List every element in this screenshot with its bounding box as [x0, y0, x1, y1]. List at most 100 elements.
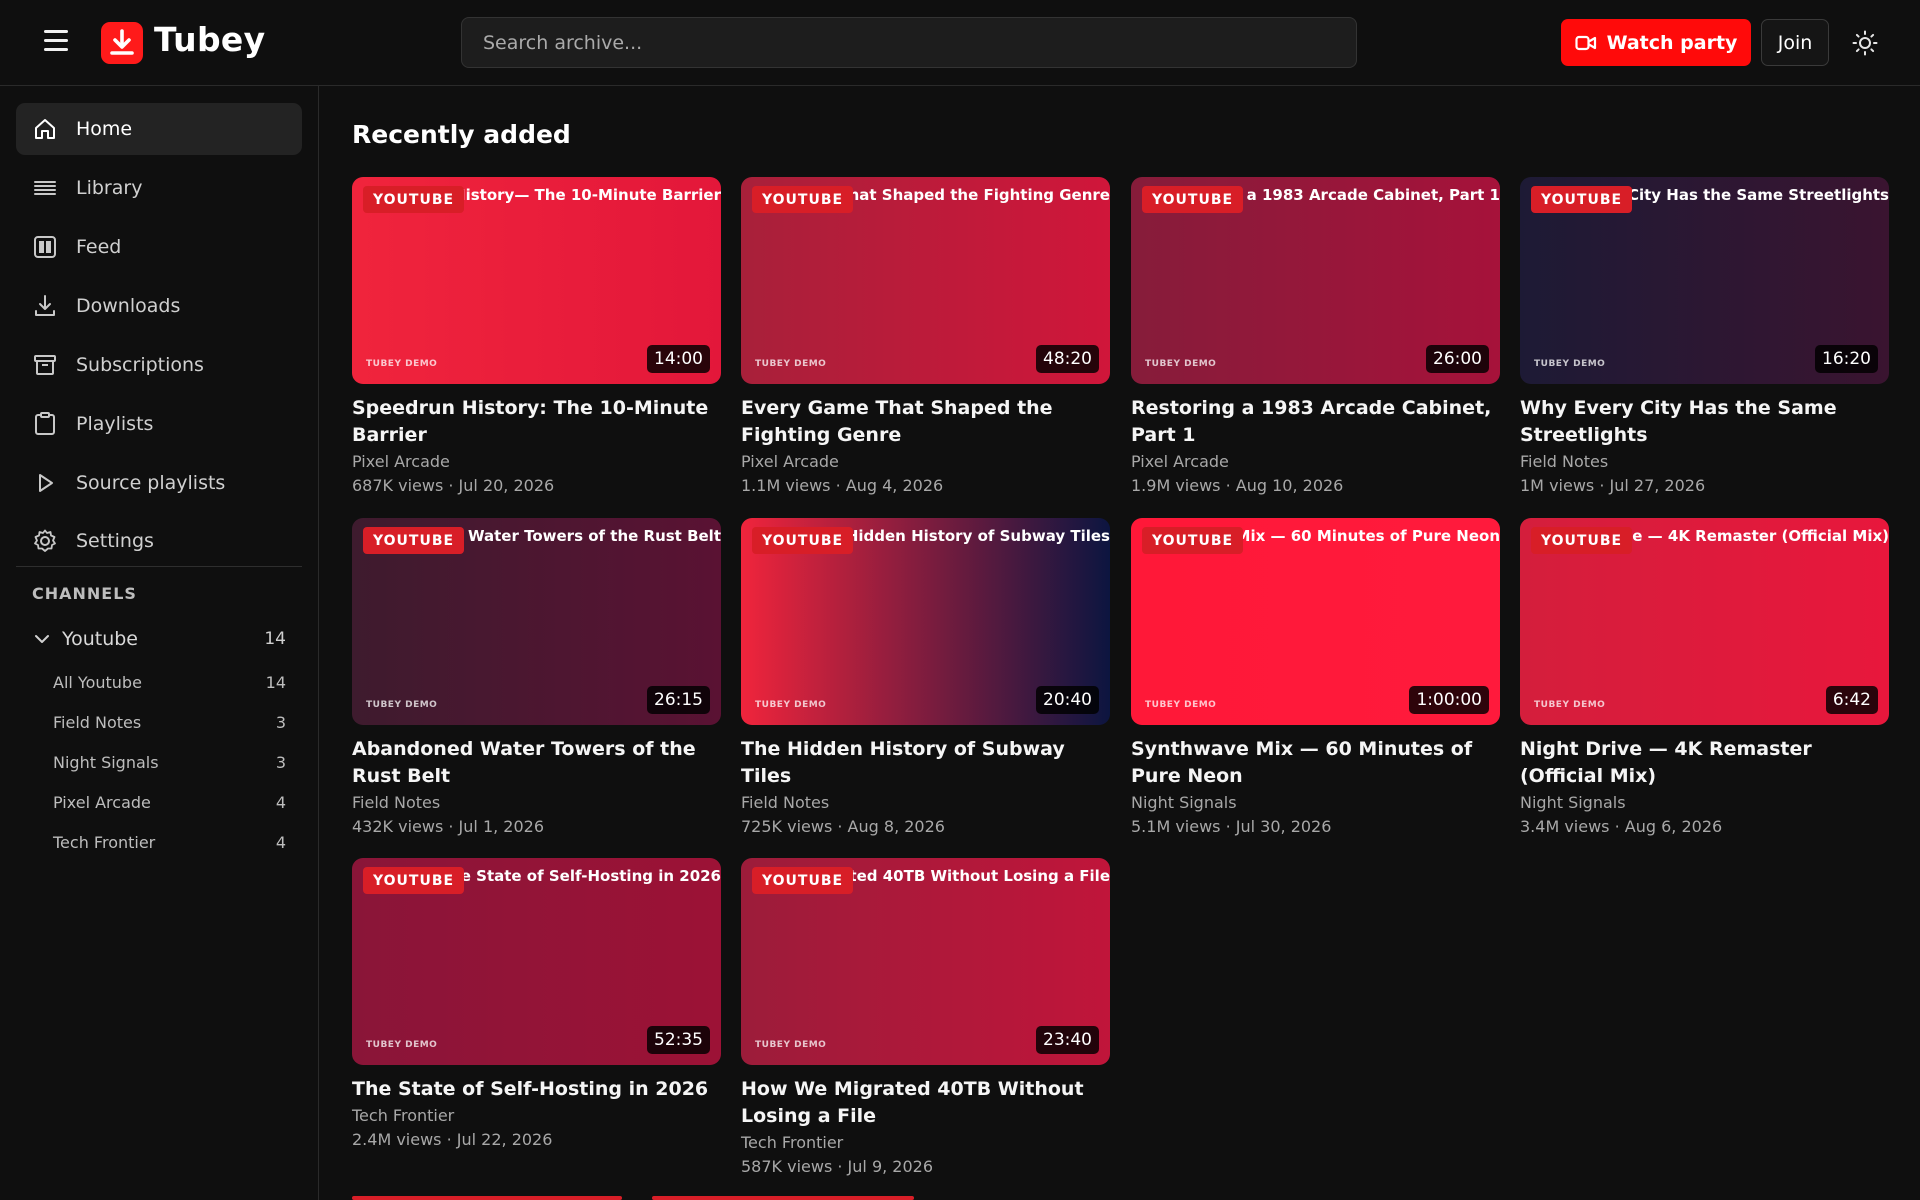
video-card[interactable]: Abandoned Water Towers of the Rust BeltY… — [352, 518, 721, 839]
thumbnail-title-text: Restoring a 1983 Arcade Cabinet, Part 1 — [1210, 186, 1500, 204]
video-card[interactable]: Why Every City Has the Same Streetlights… — [1520, 177, 1889, 498]
duration-badge: 6:42 — [1825, 686, 1878, 714]
sidebar-item-source-playlists[interactable]: Source playlists — [16, 457, 302, 509]
video-title[interactable]: The Hidden History of Subway Tiles — [741, 736, 1110, 790]
video-meta: 5.1M views · Jul 30, 2026 — [1131, 817, 1332, 836]
sidebar-item-label: Settings — [76, 530, 154, 552]
video-card[interactable]: How We Migrated 40TB Without Losing a Fi… — [741, 858, 1110, 1179]
thumbnail-title-text: Night Drive — 4K Remaster (Official Mix) — [1599, 527, 1889, 545]
video-title[interactable]: The State of Self-Hosting in 2026 — [352, 1076, 721, 1103]
video-meta: 1.9M views · Aug 10, 2026 — [1131, 476, 1344, 495]
video-card[interactable]: Synthwave Mix — 60 Minutes of Pure NeonY… — [1131, 518, 1500, 839]
channel-item-all-youtube[interactable]: All Youtube 14 — [53, 666, 286, 698]
thumbnail-title-text: Why Every City Has the Same Streetlights — [1599, 186, 1889, 204]
sidebar-item-downloads[interactable]: Downloads — [16, 280, 302, 332]
sidebar-item-label: Playlists — [76, 413, 154, 435]
sidebar-item-label: Source playlists — [76, 472, 226, 494]
video-card[interactable]: The State of Self-Hosting in 2026 YOUTUBE… — [352, 858, 721, 1152]
video-channel[interactable]: Tech Frontier — [741, 1131, 1110, 1155]
video-channel[interactable]: Pixel Arcade — [352, 450, 721, 474]
sidebar-item-label: Subscriptions — [76, 354, 204, 376]
video-channel[interactable]: Pixel Arcade — [741, 450, 1110, 474]
video-meta: 725K views · Aug 8, 2026 — [741, 817, 945, 836]
section-title: Recently added — [352, 120, 571, 149]
duration-badge: 16:20 — [1815, 345, 1878, 373]
thumbnail-title-text: The Hidden History of Subway Tiles — [820, 527, 1110, 545]
video-meta: 432K views · Jul 1, 2026 — [352, 817, 545, 836]
watermark-text: TUBEY DEMO — [366, 1040, 438, 1050]
source-badge: YOUTUBE — [752, 867, 854, 894]
video-thumbnail[interactable]: The State of Self-Hosting in 2026 YOUTUBE… — [352, 858, 721, 1065]
sidebar-item-library[interactable]: Library — [16, 162, 302, 214]
video-title[interactable]: Restoring a 1983 Arcade Cabinet, Part 1 — [1131, 395, 1500, 449]
hamburger-menu-icon[interactable] — [44, 30, 72, 54]
duration-badge: 20:40 — [1036, 686, 1099, 714]
channel-group-youtube[interactable]: Youtube 14 — [32, 622, 286, 656]
duration-badge: 14:00 — [647, 345, 710, 373]
channel-count: 3 — [275, 752, 286, 772]
video-channel[interactable]: Field Notes — [741, 791, 1110, 815]
channel-item-pixel-arcade[interactable]: Pixel Arcade 4 — [53, 786, 286, 818]
channel-item-tech-frontier[interactable]: Tech Frontier 4 — [53, 826, 286, 858]
video-thumbnail[interactable]: Night Drive — 4K Remaster (Official Mix)… — [1520, 518, 1889, 725]
sidebar-item-home[interactable]: Home — [16, 103, 302, 155]
app-name[interactable]: Tubey — [154, 20, 265, 59]
video-meta: 1M views · Jul 27, 2026 — [1520, 476, 1706, 495]
video-title[interactable]: Why Every City Has the Same Streetlights — [1520, 395, 1889, 449]
video-card[interactable]: Speedrun History— The 10-Minute BarrierY… — [352, 177, 721, 498]
video-card[interactable]: Every Game That Shaped the Fighting Genr… — [741, 177, 1110, 498]
video-title[interactable]: Night Drive — 4K Remaster (Official Mix) — [1520, 736, 1889, 790]
channel-count: 14 — [265, 672, 286, 692]
video-thumbnail[interactable]: The Hidden History of Subway Tiles YOUTUB… — [741, 518, 1110, 725]
sidebar-item-settings[interactable]: Settings — [16, 515, 302, 567]
video-title[interactable]: Every Game That Shaped the Fighting Genr… — [741, 395, 1110, 449]
video-card[interactable]: Restoring a 1983 Arcade Cabinet, Part 1Y… — [1131, 177, 1500, 498]
download-icon — [35, 295, 55, 316]
video-channel[interactable]: Field Notes — [1520, 450, 1889, 474]
library-icon — [34, 181, 56, 195]
video-thumbnail[interactable]: Synthwave Mix — 60 Minutes of Pure NeonY… — [1131, 518, 1500, 725]
video-channel[interactable]: Pixel Arcade — [1131, 450, 1500, 474]
join-button[interactable]: Join — [1761, 19, 1829, 66]
watermark-text: TUBEY DEMO — [1534, 359, 1606, 369]
video-title[interactable]: Abandoned Water Towers of the Rust Belt — [352, 736, 721, 790]
thumbnail-title-text: Abandoned Water Towers of the Rust Belt — [431, 527, 721, 545]
duration-badge: 26:00 — [1426, 345, 1489, 373]
feed-icon — [34, 236, 56, 258]
video-thumbnail[interactable]: How We Migrated 40TB Without Losing a Fi… — [741, 858, 1110, 1065]
video-channel[interactable]: Field Notes — [352, 791, 721, 815]
logo-icon[interactable] — [101, 22, 143, 64]
video-title[interactable]: Speedrun History: The 10-Minute Barrier — [352, 395, 721, 449]
video-thumbnail[interactable]: Every Game That Shaped the Fighting Genr… — [741, 177, 1110, 384]
home-icon — [35, 119, 55, 139]
channel-group-count: 14 — [264, 629, 286, 649]
video-title[interactable]: Synthwave Mix — 60 Minutes of Pure Neon — [1131, 736, 1500, 790]
channel-label: Field Notes — [53, 712, 142, 732]
search-input[interactable] — [461, 17, 1357, 68]
video-channel[interactable]: Night Signals — [1131, 791, 1500, 815]
video-thumbnail[interactable]: Speedrun History— The 10-Minute BarrierY… — [352, 177, 721, 384]
channel-label: Night Signals — [53, 752, 159, 772]
video-card[interactable]: The Hidden History of Subway Tiles YOUTUB… — [741, 518, 1110, 839]
source-badge: YOUTUBE — [1142, 186, 1244, 213]
channel-item-field-notes[interactable]: Field Notes 3 — [53, 706, 286, 738]
video-thumbnail[interactable]: Restoring a 1983 Arcade Cabinet, Part 1Y… — [1131, 177, 1500, 384]
video-channel[interactable]: Night Signals — [1520, 791, 1889, 815]
watch-party-button[interactable]: Watch party — [1561, 19, 1751, 66]
video-title[interactable]: How We Migrated 40TB Without Losing a Fi… — [741, 1076, 1110, 1130]
watermark-text: TUBEY DEMO — [755, 1040, 827, 1050]
video-card[interactable]: Night Drive — 4K Remaster (Official Mix)… — [1520, 518, 1889, 839]
video-channel[interactable]: Tech Frontier — [352, 1104, 721, 1128]
video-thumbnail[interactable]: Why Every City Has the Same Streetlights… — [1520, 177, 1889, 384]
sidebar-item-feed[interactable]: Feed — [16, 221, 302, 273]
sun-icon[interactable] — [1851, 29, 1879, 57]
video-thumbnail[interactable]: Abandoned Water Towers of the Rust BeltY… — [352, 518, 721, 725]
source-badge: YOUTUBE — [752, 186, 854, 213]
sidebar-item-subscriptions[interactable]: Subscriptions — [16, 339, 302, 391]
channel-item-night-signals[interactable]: Night Signals 3 — [53, 746, 286, 778]
channel-group-label: Youtube — [62, 628, 138, 650]
source-badge: YOUTUBE — [1531, 186, 1633, 213]
watermark-text: TUBEY DEMO — [366, 700, 438, 710]
sidebar-item-playlists[interactable]: Playlists — [16, 398, 302, 450]
source-badge: YOUTUBE — [752, 527, 854, 554]
